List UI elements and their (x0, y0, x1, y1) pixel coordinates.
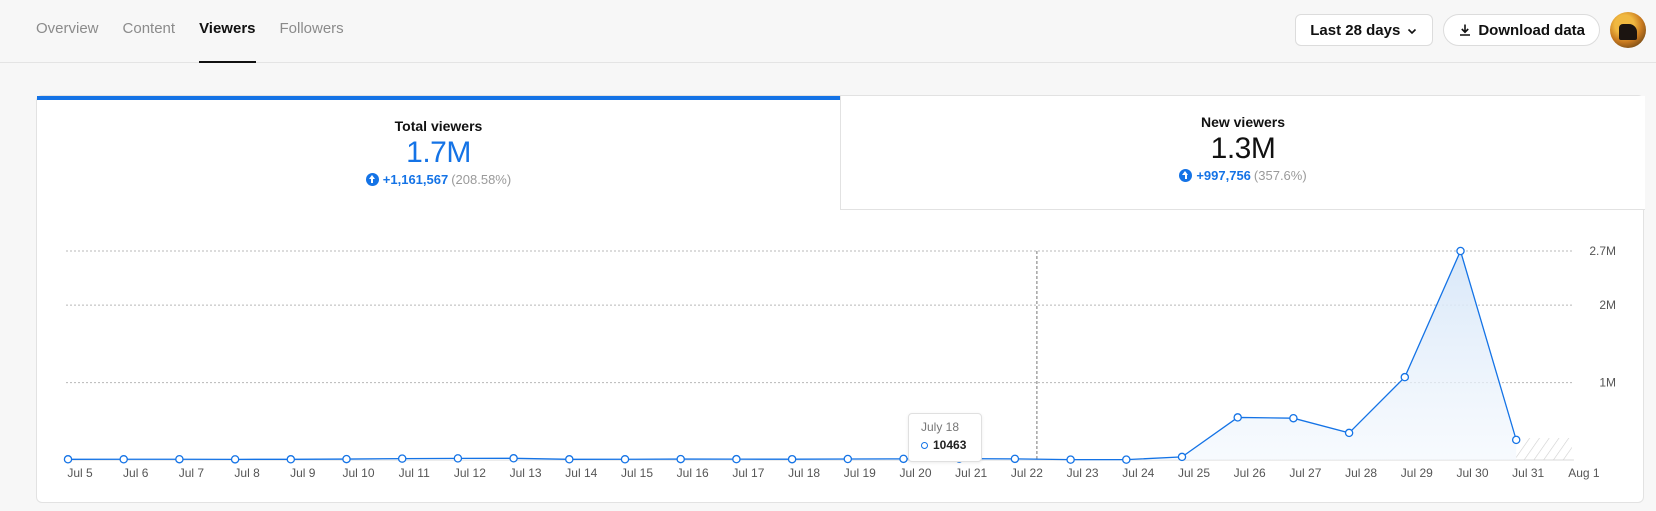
viewers-line-chart[interactable]: Jul 5 Jul 6 Jul 7 Jul 8 Jul 9 Jul 10 Jul 11 Jul… (0, 0, 1656, 511)
y-tick-label: 1M (1599, 376, 1616, 390)
x-tick-label: Jul 30 (1456, 466, 1488, 480)
x-tick-label: Jul 19 (844, 466, 876, 480)
x-tick-label: Jul 29 (1401, 466, 1433, 480)
tooltip-value: 10463 (933, 438, 967, 452)
data-point[interactable] (1010, 454, 1020, 464)
x-tick-label: Jul 23 (1067, 466, 1099, 480)
incomplete-data-hatch (1516, 438, 1572, 460)
x-tick-label: Jul 10 (342, 466, 374, 480)
data-point[interactable] (286, 455, 296, 464)
x-tick-label: Jul 31 (1512, 466, 1544, 480)
x-tick-label: Jul 5 (67, 466, 93, 480)
x-tick-label: Jul 7 (179, 466, 205, 480)
data-point[interactable] (843, 454, 853, 464)
data-point[interactable] (119, 455, 128, 464)
x-tick-label: Jul 9 (290, 466, 316, 480)
x-tick-label: Jul 16 (677, 466, 709, 480)
series-dot-icon (921, 441, 928, 449)
x-tick-label: Jul 21 (955, 466, 987, 480)
data-point[interactable] (1066, 455, 1075, 464)
x-tick-label: Jul 8 (234, 466, 260, 480)
data-point[interactable] (1122, 455, 1131, 464)
data-point[interactable] (63, 455, 73, 464)
data-point[interactable] (1177, 452, 1187, 462)
x-tick-label: Jul 25 (1178, 466, 1210, 480)
x-tick-label: Jul 26 (1234, 466, 1266, 480)
x-tick-label: Jul 17 (732, 466, 764, 480)
data-point[interactable] (509, 454, 518, 463)
x-tick-label: Aug 1 (1568, 466, 1600, 480)
data-point[interactable] (230, 455, 240, 464)
tooltip-date: July 18 (921, 420, 960, 434)
x-tick-label: Jul 14 (565, 466, 597, 480)
data-point[interactable] (732, 454, 741, 464)
x-tick-label: Jul 22 (1011, 466, 1043, 480)
x-tick-label: Jul 27 (1289, 466, 1321, 480)
y-tick-label: 2M (1599, 298, 1616, 312)
data-point[interactable] (1289, 413, 1298, 423)
data-point[interactable] (175, 454, 184, 464)
x-tick-label: Jul 12 (454, 466, 486, 480)
data-point[interactable] (342, 454, 351, 464)
x-tick-label: Jul 11 (399, 466, 430, 480)
data-point[interactable] (787, 454, 797, 464)
data-point[interactable] (1400, 372, 1410, 382)
x-tick-label: Jul 15 (621, 466, 653, 480)
data-point[interactable] (1344, 428, 1354, 438)
x-tick-label: Jul 18 (788, 466, 820, 480)
x-tick-label: Jul 13 (510, 466, 542, 480)
y-tick-label: 2.7M (1589, 244, 1616, 258)
data-point[interactable] (899, 454, 908, 464)
tooltip-value-row: 10463 (921, 438, 981, 452)
data-point[interactable] (565, 455, 574, 464)
chart-tooltip: July 18 10463 (908, 413, 982, 462)
series-area (68, 251, 1517, 460)
data-point[interactable] (453, 454, 463, 463)
data-point[interactable] (1233, 413, 1242, 422)
data-point[interactable] (676, 454, 685, 464)
x-tick-label: Jul 28 (1345, 466, 1377, 480)
x-tick-label: Jul 24 (1122, 466, 1154, 480)
x-tick-label: Jul 6 (123, 466, 149, 480)
data-point[interactable] (1511, 435, 1521, 445)
data-point[interactable] (397, 454, 407, 463)
data-point[interactable] (1456, 246, 1465, 256)
data-point[interactable] (620, 455, 630, 464)
x-tick-label: Jul 20 (899, 466, 931, 480)
